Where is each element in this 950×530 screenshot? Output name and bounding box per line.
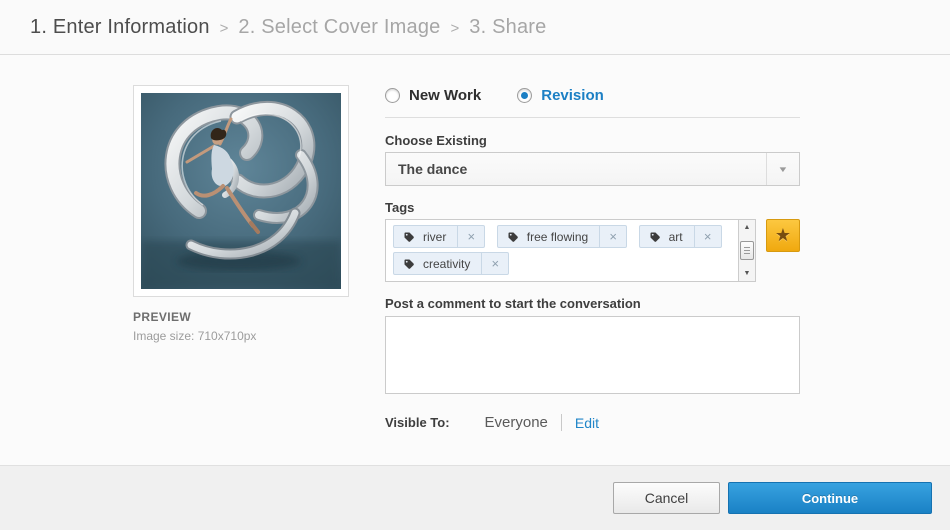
tag-chip: river ×: [393, 225, 486, 248]
visibility-row: Visible To: Everyone Edit: [385, 414, 599, 431]
tag-label: river: [423, 229, 447, 244]
radio-new-work-label[interactable]: New Work: [409, 87, 481, 104]
scrollbar-thumb[interactable]: [740, 241, 754, 260]
continue-button[interactable]: Continue: [728, 482, 932, 514]
preview-image-size: Image size: 710x710px: [133, 329, 257, 343]
tag-chip: creativity ×: [393, 252, 510, 275]
breadcrumb-separator: >: [450, 19, 460, 37]
choose-existing-label: Choose Existing: [385, 133, 487, 148]
tags-input-box[interactable]: river × free flowing × art × creativity …: [385, 219, 756, 282]
divider: [560, 414, 562, 431]
remove-tag-icon[interactable]: ×: [695, 229, 721, 244]
tag-icon: [394, 258, 422, 270]
remove-tag-icon[interactable]: ×: [600, 229, 626, 244]
tag-label: creativity: [423, 256, 471, 271]
tag-chip: free flowing ×: [496, 225, 628, 248]
wizard-steps-header: 1. Enter Information > 2. Select Cover I…: [0, 0, 950, 55]
artwork-image: [141, 93, 341, 289]
choose-existing-dropdown[interactable]: The dance ▼: [385, 152, 800, 186]
wizard-footer: Cancel Continue: [0, 465, 950, 530]
tag-label: art: [668, 229, 683, 244]
tag-icon: [498, 231, 526, 243]
radio-option-revision[interactable]: Revision: [517, 87, 604, 104]
tag-chip-list: river × free flowing × art × creativity …: [386, 220, 738, 281]
comment-textarea[interactable]: [385, 316, 800, 394]
chevron-down-icon: ▼: [777, 164, 789, 174]
radio-option-new-work[interactable]: New Work: [385, 87, 481, 104]
tag-chip: art ×: [638, 225, 722, 248]
preview-label: PREVIEW: [133, 310, 192, 324]
choose-existing-value: The dance: [398, 161, 468, 177]
radio-new-work-icon[interactable]: [385, 88, 400, 103]
dropdown-arrow-button[interactable]: ▼: [766, 153, 799, 185]
comment-label: Post a comment to start the conversation: [385, 296, 641, 311]
artwork-preview: [133, 85, 349, 297]
remove-tag-icon[interactable]: ×: [482, 256, 508, 271]
star-icon: ★: [774, 225, 792, 245]
tag-icon: [640, 231, 668, 243]
tag-label: free flowing: [526, 229, 589, 244]
work-type-radio-group: New Work Revision: [385, 87, 604, 104]
radio-revision-label[interactable]: Revision: [541, 87, 604, 104]
scroll-up-icon[interactable]: ▲: [739, 221, 755, 234]
tags-label: Tags: [385, 200, 415, 215]
edit-visibility-link[interactable]: Edit: [575, 415, 599, 431]
scroll-down-icon[interactable]: ▼: [739, 267, 755, 280]
wizard-step-share: 3. Share: [469, 15, 547, 38]
cancel-button[interactable]: Cancel: [613, 482, 720, 514]
wizard-step-enter-information: 1. Enter Information: [30, 15, 210, 38]
share-work-wizard: 1. Enter Information > 2. Select Cover I…: [0, 0, 950, 530]
visible-to-label: Visible To:: [385, 415, 450, 430]
tag-icon: [394, 231, 422, 243]
visible-to-value: Everyone: [484, 414, 548, 431]
wizard-step-select-cover-image: 2. Select Cover Image: [238, 15, 441, 38]
divider: [385, 117, 800, 118]
tags-scrollbar[interactable]: ▲ ▼: [738, 220, 755, 281]
breadcrumb-separator: >: [219, 19, 229, 37]
feature-star-button[interactable]: ★: [766, 219, 800, 252]
radio-revision-icon[interactable]: [517, 88, 533, 103]
remove-tag-icon[interactable]: ×: [458, 229, 484, 244]
